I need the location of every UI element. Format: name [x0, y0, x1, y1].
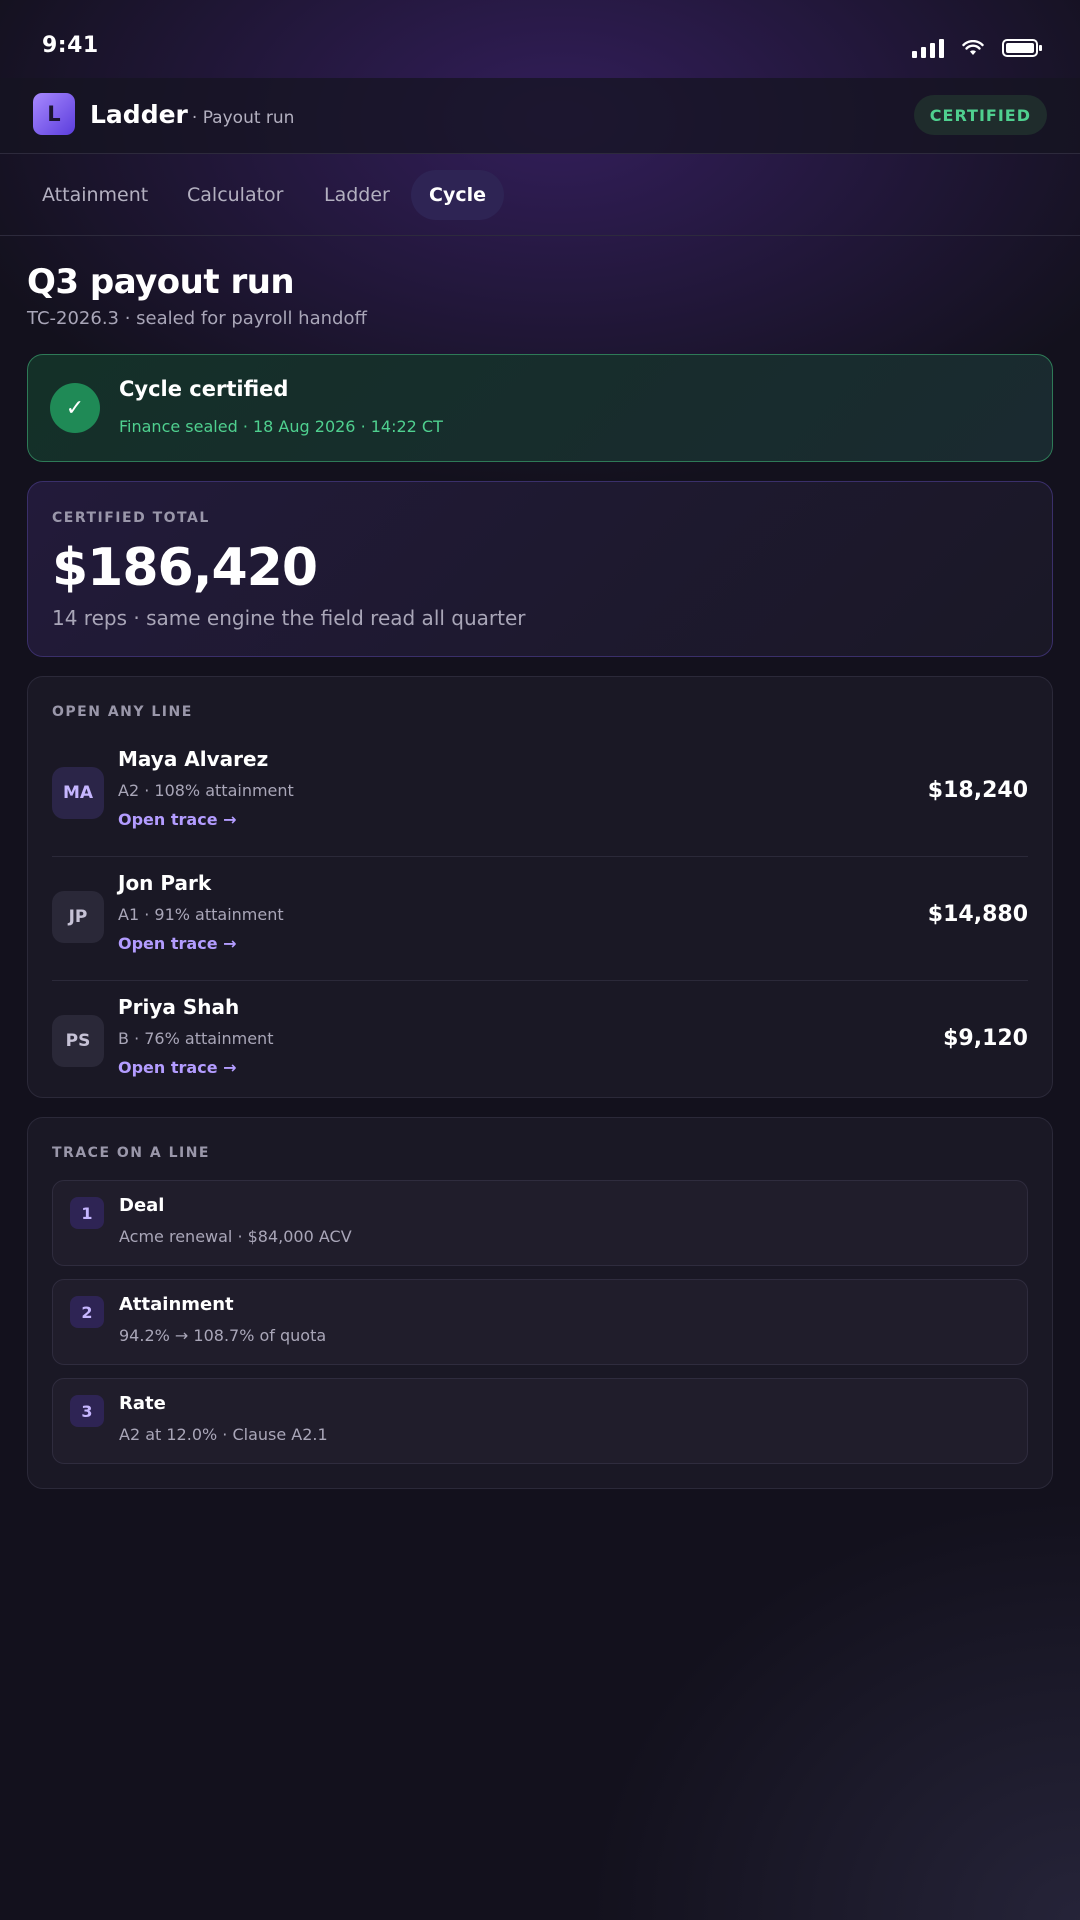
rep-name: Maya Alvarez — [118, 747, 269, 771]
app-subtitle: · Payout run — [191, 108, 295, 128]
tab-bar: Attainment Calculator Ladder Cycle — [0, 154, 1080, 236]
banner-subtitle: Finance sealed · 18 Aug 2026 · 14:22 CT — [119, 417, 443, 436]
page-title: Q3 payout run — [27, 262, 295, 302]
open-trace-link[interactable]: Open trace → — [118, 810, 237, 829]
rep-row[interactable]: MA Maya Alvarez A2 · 108% attainment Ope… — [52, 733, 1028, 857]
app-title: Ladder · Payout run — [90, 100, 294, 129]
certified-status-badge: CERTIFIED — [913, 95, 1047, 135]
avatar: MA — [52, 767, 104, 819]
section-label: OPEN ANY LINE — [52, 704, 193, 720]
step-title: Rate — [119, 1393, 166, 1414]
rep-meta: A2 · 108% attainment — [118, 781, 294, 800]
step-detail: 94.2% → 108.7% of quota — [119, 1326, 327, 1345]
rep-row[interactable]: PS Priya Shah B · 76% attainment Open tr… — [52, 981, 1028, 1105]
rep-meta: B · 76% attainment — [118, 1029, 274, 1048]
wifi-icon — [962, 40, 984, 55]
tab-ladder[interactable]: Ladder — [306, 170, 408, 220]
rep-amount: $18,240 — [927, 778, 1028, 803]
cellular-signal-icon — [912, 38, 944, 58]
app-name: Ladder — [90, 100, 188, 129]
step-title: Deal — [119, 1195, 165, 1216]
avatar: PS — [52, 1015, 104, 1067]
avatar: JP — [52, 891, 104, 943]
step-detail: A2 at 12.0% · Clause A2.1 — [119, 1425, 328, 1444]
trace-step-attainment: 2 Attainment 94.2% → 108.7% of quota — [52, 1279, 1028, 1365]
rep-row[interactable]: JP Jon Park A1 · 91% attainment Open tra… — [52, 857, 1028, 981]
step-title: Attainment — [119, 1294, 234, 1315]
rep-name: Priya Shah — [118, 995, 240, 1019]
app-header: L Ladder · Payout run CERTIFIED — [0, 78, 1080, 154]
status-bar: 9:41 — [0, 0, 1080, 80]
tab-attainment[interactable]: Attainment — [24, 170, 166, 220]
check-icon: ✓ — [50, 383, 100, 433]
banner-title: Cycle certified — [119, 377, 289, 401]
total-subtitle: 14 reps · same engine the field read all… — [52, 606, 526, 630]
app-logo: L — [33, 93, 75, 135]
trace-step-deal: 1 Deal Acme renewal · $84,000 ACV — [52, 1180, 1028, 1266]
tab-calculator[interactable]: Calculator — [169, 170, 301, 220]
trace-step-rate: 3 Rate A2 at 12.0% · Clause A2.1 — [52, 1378, 1028, 1464]
rep-amount: $14,880 — [927, 902, 1028, 927]
step-detail: Acme renewal · $84,000 ACV — [119, 1227, 352, 1246]
total-label: CERTIFIED TOTAL — [52, 510, 210, 526]
open-any-line-card: OPEN ANY LINE MA Maya Alvarez A2 · 108% … — [27, 676, 1053, 1098]
step-number: 3 — [70, 1395, 104, 1427]
tab-cycle[interactable]: Cycle — [411, 170, 504, 220]
page-subtitle: TC-2026.3 · sealed for payroll handoff — [27, 308, 367, 329]
section-label: TRACE ON A LINE — [52, 1145, 210, 1161]
battery-icon — [1002, 39, 1042, 57]
status-time: 9:41 — [42, 33, 99, 58]
open-trace-link[interactable]: Open trace → — [118, 1058, 237, 1077]
step-number: 1 — [70, 1197, 104, 1229]
open-trace-link[interactable]: Open trace → — [118, 934, 237, 953]
step-number: 2 — [70, 1296, 104, 1328]
total-value: $186,420 — [52, 538, 318, 598]
trace-card: TRACE ON A LINE 1 Deal Acme renewal · $8… — [27, 1117, 1053, 1489]
cycle-certified-banner: ✓ Cycle certified Finance sealed · 18 Au… — [27, 354, 1053, 462]
certified-total-card: CERTIFIED TOTAL $186,420 14 reps · same … — [27, 481, 1053, 657]
rep-amount: $9,120 — [943, 1026, 1028, 1051]
rep-meta: A1 · 91% attainment — [118, 905, 284, 924]
rep-name: Jon Park — [118, 871, 212, 895]
status-icons — [912, 38, 1042, 58]
